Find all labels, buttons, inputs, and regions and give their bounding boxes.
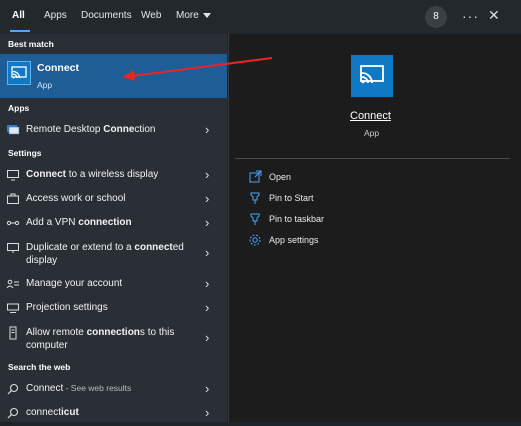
tab-more[interactable]: More [176, 10, 211, 21]
web-result-label: Connect - See web results [26, 383, 131, 394]
label-suffix: to a wireless display [66, 169, 159, 180]
chevron-right-icon[interactable]: › [205, 245, 209, 260]
monitor-icon [6, 241, 20, 255]
label-prefix: Add a VPN [26, 217, 79, 228]
close-button[interactable]: ✕ [488, 7, 500, 24]
projection-icon [6, 301, 20, 315]
app-subtitle: App [364, 128, 380, 138]
remote-icon [6, 326, 20, 340]
setting-projection[interactable]: Projection settings › [0, 297, 227, 321]
section-settings: Settings [8, 148, 42, 158]
web-result-sub: - See web results [63, 383, 132, 393]
section-best-match: Best match [8, 39, 54, 49]
chevron-right-icon[interactable]: › [205, 167, 209, 182]
search-icon [6, 406, 20, 420]
action-label: App settings [269, 235, 319, 245]
open-icon [248, 170, 262, 184]
label-match: Conne [103, 124, 135, 135]
best-match-item[interactable] [0, 54, 227, 98]
label-match: icut [61, 407, 79, 418]
vpn-icon [6, 216, 20, 230]
chevron-right-icon[interactable]: › [205, 405, 209, 420]
search-tab-bar: All Apps Documents Web More 8 ··· ✕ [0, 0, 521, 34]
web-result-label: connecticut [26, 407, 79, 418]
account-badge[interactable]: 8 [425, 6, 447, 28]
label-prefix: connect [26, 407, 62, 418]
setting-add-vpn[interactable]: Add a VPN connection › [0, 212, 227, 236]
pin-icon [248, 212, 262, 226]
chevron-right-icon[interactable]: › [205, 191, 209, 206]
remote-desktop-icon [6, 123, 20, 137]
label-prefix: Allow remote [26, 327, 87, 338]
chevron-right-icon[interactable]: › [205, 122, 209, 137]
tab-all[interactable]: All [12, 10, 25, 21]
label-match: connection [86, 327, 140, 338]
briefcase-icon [6, 192, 20, 206]
app-title[interactable]: Connect [350, 110, 391, 122]
setting-label: Manage your account [26, 278, 123, 289]
label-line2: computer [26, 340, 68, 351]
chevron-right-icon[interactable]: › [205, 330, 209, 345]
setting-label: Duplicate or extend to a connected displa… [26, 241, 206, 267]
label-suffix: s to this [139, 327, 175, 338]
chevron-right-icon[interactable]: › [205, 215, 209, 230]
tab-more-label: More [176, 10, 199, 21]
tab-web[interactable]: Web [141, 10, 161, 21]
label-suffix: ed [172, 242, 184, 253]
pin-icon [248, 191, 262, 205]
best-match-subtitle: App [37, 80, 53, 90]
label-match: Connect [26, 169, 66, 180]
tab-documents[interactable]: Documents [81, 10, 132, 21]
setting-label: Access work or school [26, 193, 126, 204]
divider [235, 158, 510, 159]
section-search-web: Search the web [8, 362, 71, 372]
chevron-down-icon [202, 12, 211, 18]
label-line2: display [26, 255, 58, 266]
setting-label: Projection settings [26, 302, 108, 313]
action-label: Pin to Start [269, 193, 314, 203]
active-tab-indicator [10, 30, 30, 32]
label-match: connection [78, 217, 132, 228]
account-icon [6, 277, 20, 291]
app-remote-desktop-label: Remote Desktop Connection [26, 124, 156, 135]
gear-icon [248, 233, 262, 247]
chevron-right-icon[interactable]: › [205, 300, 209, 315]
more-options-button[interactable]: ··· [462, 8, 479, 24]
action-label: Pin to taskbar [269, 214, 325, 224]
tab-apps[interactable]: Apps [44, 10, 67, 21]
action-label: Open [269, 172, 292, 182]
chevron-right-icon[interactable]: › [205, 276, 209, 291]
setting-connect-wireless-display[interactable]: Connect to a wireless display › [0, 164, 227, 188]
label-suffix: ction [134, 124, 156, 135]
label-prefix: Remote Desktop [26, 124, 104, 135]
web-result-connect[interactable]: Connect - See web results › [0, 378, 227, 402]
setting-label: Add a VPN connection [26, 217, 132, 228]
section-apps: Apps [8, 103, 30, 113]
web-result-connecticut[interactable]: connecticut › [0, 402, 227, 426]
setting-label: Connect to a wireless display [26, 169, 158, 180]
setting-allow-remote-connections[interactable]: Allow remote connections to this computer… [0, 321, 227, 355]
setting-access-work-school[interactable]: Access work or school › [0, 188, 227, 212]
app-remote-desktop-connection[interactable]: Remote Desktop Connection › [0, 119, 227, 143]
setting-manage-account[interactable]: Manage your account › [0, 273, 227, 297]
connect-app-icon [351, 55, 393, 97]
chevron-right-icon[interactable]: › [205, 381, 209, 396]
search-icon [6, 382, 20, 396]
setting-label: Allow remote connections to this computer [26, 326, 206, 352]
label-match: connect [134, 242, 173, 253]
label-prefix: Duplicate or extend to a [26, 242, 135, 253]
display-icon [6, 168, 20, 182]
connect-app-icon [7, 61, 31, 85]
web-query: Connect [26, 383, 64, 394]
best-match-title: Connect [37, 62, 79, 74]
setting-duplicate-extend-display[interactable]: Duplicate or extend to a connected displa… [0, 236, 227, 270]
